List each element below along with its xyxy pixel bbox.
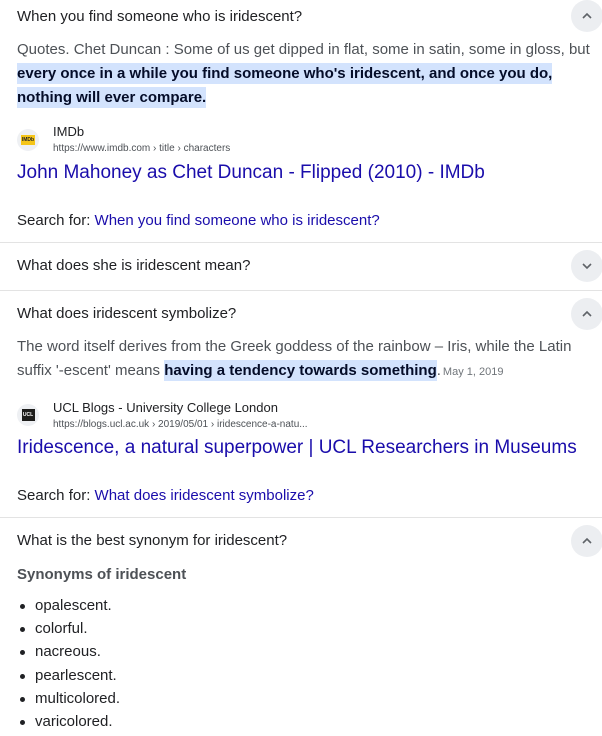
faq-question[interactable]: What does she is iridescent mean? <box>17 257 250 274</box>
result-title-link[interactable]: John Mahoney as Chet Duncan - Flipped (2… <box>17 162 485 184</box>
answer-date: May 1, 2019 <box>442 366 504 378</box>
list-item: colorful. <box>17 617 120 640</box>
list-item: opalescent. <box>17 594 120 617</box>
list-item: multicolored. <box>17 687 120 710</box>
faq-question-row[interactable]: What does iridescent symbolize? <box>0 297 602 331</box>
faq-question[interactable]: When you find someone who is iridescent? <box>17 8 302 25</box>
source-url[interactable]: https://www.imdb.com › title › character… <box>53 143 230 154</box>
search-for: Search for: What does iridescent symboli… <box>17 487 314 504</box>
chevron-up-icon[interactable] <box>571 0 602 32</box>
faq-answer: The word itself derives from the Greek g… <box>17 335 599 384</box>
source-url[interactable]: https://blogs.ucl.ac.uk › 2019/05/01 › i… <box>53 419 308 430</box>
answer-end: . <box>436 362 441 379</box>
search-for-label: Search for: <box>17 487 91 504</box>
list-item: pearlescent. <box>17 664 120 687</box>
faq-question[interactable]: What is the best synonym for iridescent? <box>17 532 287 549</box>
list-item: varicolored. <box>17 710 120 733</box>
faq-question-row[interactable]: What is the best synonym for iridescent? <box>0 524 602 558</box>
divider <box>0 517 602 518</box>
answer-highlight: every once in a while you find someone w… <box>17 63 553 108</box>
ucl-logo-icon: UCL <box>21 409 35 421</box>
search-for: Search for: When you find someone who is… <box>17 212 380 229</box>
search-for-link[interactable]: When you find someone who is iridescent? <box>95 212 380 229</box>
divider <box>0 242 602 243</box>
ucl-favicon: UCL <box>17 404 39 426</box>
faq-answer: Quotes. Chet Duncan : Some of us get dip… <box>17 38 599 110</box>
chevron-up-icon[interactable] <box>571 525 602 557</box>
list-item: nacreous. <box>17 640 120 663</box>
faq-question-row[interactable]: What does she is iridescent mean? <box>0 249 602 283</box>
chevron-down-icon[interactable] <box>571 250 602 282</box>
synonyms-list: opalescent. colorful. nacreous. pearlesc… <box>17 594 120 733</box>
search-for-label: Search for: <box>17 212 91 229</box>
search-for-link[interactable]: What does iridescent symbolize? <box>95 487 314 504</box>
source-name[interactable]: UCL Blogs - University College London <box>53 400 278 415</box>
answer-text: Quotes. Chet Duncan : Some of us get dip… <box>17 41 590 58</box>
result-title-link[interactable]: Iridescence, a natural superpower | UCL … <box>17 437 577 459</box>
imdb-logo-icon: IMDb <box>21 135 35 145</box>
imdb-favicon: IMDb <box>17 129 39 151</box>
source-name[interactable]: IMDb <box>53 124 84 139</box>
chevron-up-icon[interactable] <box>571 298 602 330</box>
faq-question[interactable]: What does iridescent symbolize? <box>17 305 236 322</box>
faq-question-row[interactable]: When you find someone who is iridescent? <box>0 0 602 34</box>
divider <box>0 290 602 291</box>
synonyms-heading: Synonyms of iridescent <box>17 566 187 583</box>
answer-highlight: having a tendency towards something <box>164 360 437 381</box>
